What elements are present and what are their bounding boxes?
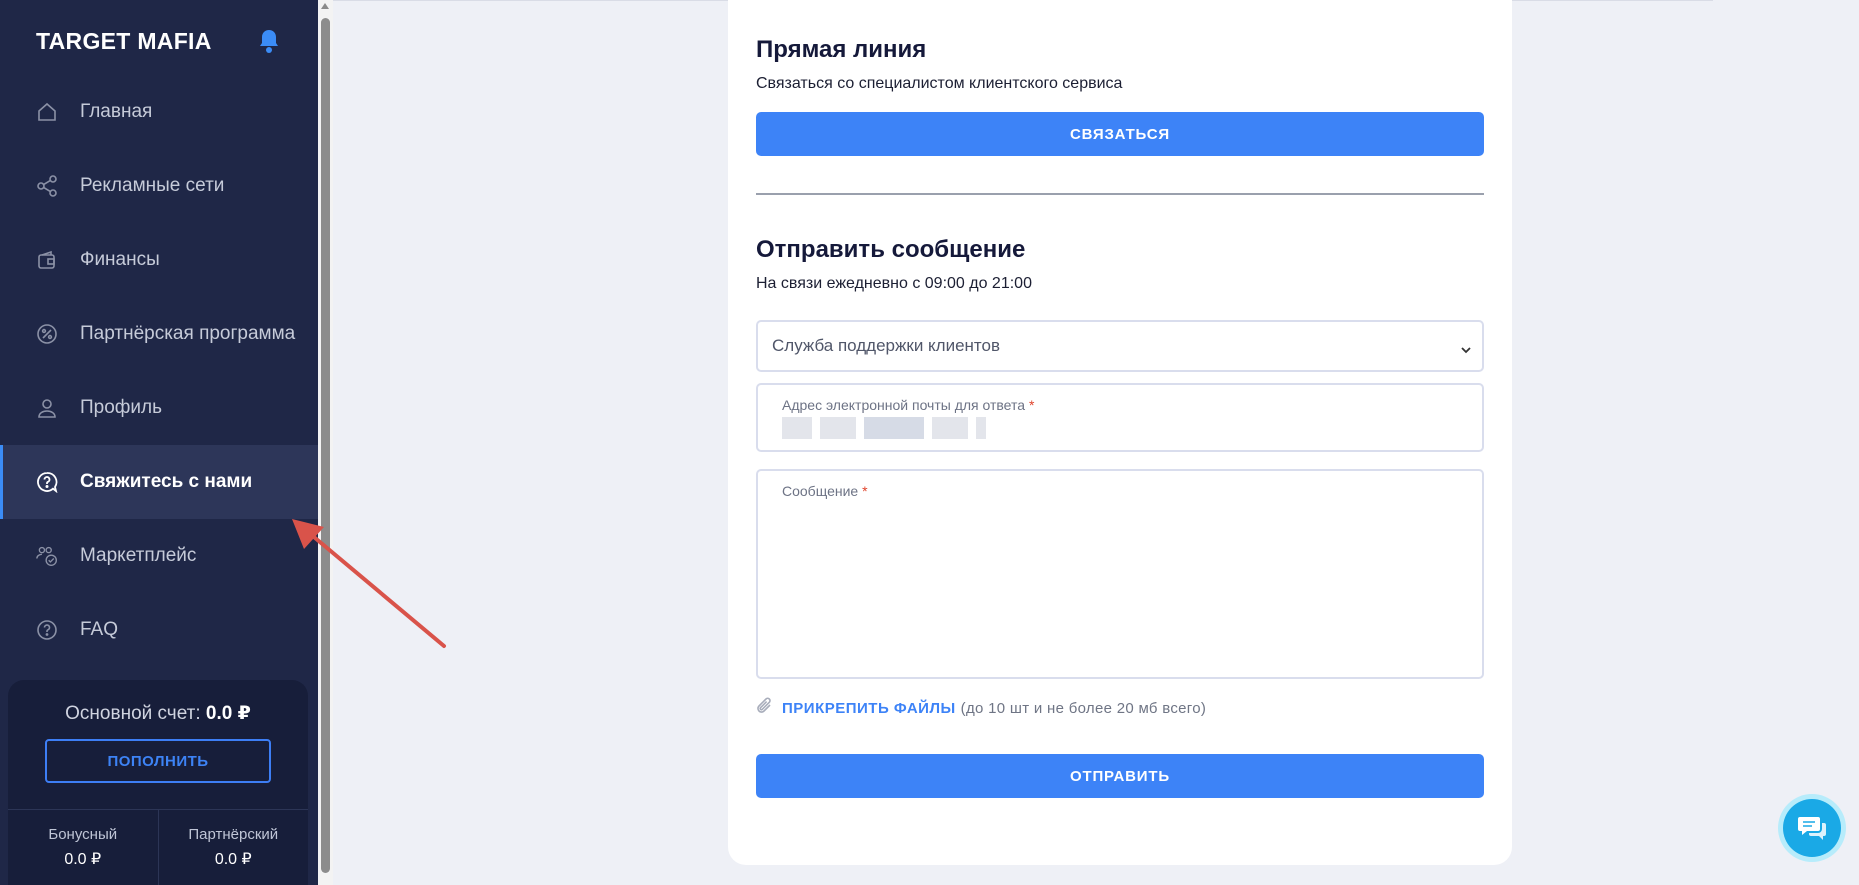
section-divider <box>756 193 1484 195</box>
sidebar-item-contact-us[interactable]: Свяжитесь с нами <box>0 445 318 519</box>
partner-account-value: 0.0 ₽ <box>214 851 252 868</box>
brand-logo[interactable]: TARGET MAFIA <box>36 28 212 55</box>
sidebar-item-finance[interactable]: Финансы <box>0 223 318 297</box>
chevron-down-icon <box>1460 340 1472 360</box>
sidebar-item-partner-program[interactable]: Партнёрская программа <box>0 297 318 371</box>
direct-line-title: Прямая линия <box>756 36 927 63</box>
question-icon <box>36 619 58 641</box>
sidebar-item-label: Партнёрская программа <box>80 323 296 344</box>
sidebar: TARGET MAFIA Главная Рекламные сети Фина… <box>0 0 318 885</box>
message-label-text: Сообщение <box>782 483 859 499</box>
sidebar-item-label: Главная <box>80 101 153 122</box>
department-select[interactable]: Служба поддержки клиентов <box>756 320 1484 372</box>
sidebar-item-label: Финансы <box>80 249 160 270</box>
partner-account: Партнёрский 0.0 ₽ <box>157 810 309 885</box>
sidebar-item-label: Маркетплейс <box>80 545 197 566</box>
submit-button[interactable]: ОТПРАВИТЬ <box>756 754 1484 798</box>
users-check-icon <box>36 545 58 567</box>
bonus-account-value: 0.0 ₽ <box>64 851 102 868</box>
sidebar-item-label: FAQ <box>80 619 119 640</box>
percent-icon <box>36 323 58 345</box>
main-balance-label: Основной счет: <box>65 703 201 724</box>
message-textarea[interactable]: Сообщение * <box>756 469 1484 679</box>
home-icon <box>36 101 58 123</box>
contact-button[interactable]: СВЯЗАТЬСЯ <box>756 112 1484 156</box>
user-icon <box>36 397 58 419</box>
main-balance: Основной счет: 0.0 ₽ <box>8 702 308 725</box>
sidebar-item-label: Свяжитесь с нами <box>80 471 253 492</box>
email-field-label: Адрес электронной почты для ответа * <box>782 397 1034 413</box>
direct-line-subtitle: Связаться со специалистом клиентского се… <box>756 75 1123 92</box>
required-mark: * <box>1028 397 1035 413</box>
required-mark: * <box>862 483 868 499</box>
sidebar-item-marketplace[interactable]: Маркетплейс <box>0 519 318 593</box>
share-icon <box>36 175 58 197</box>
chat-widget-button[interactable] <box>1778 794 1846 862</box>
sidebar-nav: Главная Рекламные сети Финансы Партнёрск… <box>0 75 318 667</box>
sub-accounts: Бонусный 0.0 ₽ Партнёрский 0.0 ₽ <box>8 809 308 885</box>
sidebar-item-ad-networks[interactable]: Рекламные сети <box>0 149 318 223</box>
main-balance-value: 0.0 ₽ <box>205 703 251 724</box>
attach-files-link[interactable]: ПРИКРЕПИТЬ ФАЙЛЫ <box>782 700 956 717</box>
topup-button[interactable]: ПОПОЛНИТЬ <box>45 739 271 783</box>
bell-icon[interactable] <box>257 27 281 55</box>
scroll-up-icon[interactable] <box>321 3 329 9</box>
balance-card: Основной счет: 0.0 ₽ ПОПОЛНИТЬ Бонусный … <box>8 680 308 885</box>
chat-icon <box>1783 799 1841 857</box>
paperclip-icon <box>756 696 774 720</box>
email-label-text: Адрес электронной почты для ответа <box>782 397 1026 413</box>
wallet-icon <box>36 249 58 271</box>
department-select-value: Служба поддержки клиентов <box>772 336 1001 355</box>
sidebar-item-label: Рекламные сети <box>80 175 225 196</box>
bonus-account-label: Бонусный <box>48 826 118 843</box>
scroll-thumb[interactable] <box>321 18 330 873</box>
attach-files[interactable]: ПРИКРЕПИТЬ ФАЙЛЫ (до 10 шт и не более 20… <box>756 696 1206 720</box>
bonus-account: Бонусный 0.0 ₽ <box>8 810 158 885</box>
sidebar-item-label: Профиль <box>80 397 163 418</box>
sidebar-item-faq[interactable]: FAQ <box>0 593 318 667</box>
message-field-label: Сообщение * <box>782 483 868 499</box>
email-field-value-redacted <box>782 417 986 439</box>
contact-card: Прямая линия Связаться со специалистом к… <box>728 0 1512 865</box>
message-form-subtitle: На связи ежедневно с 09:00 до 21:00 <box>756 275 1032 292</box>
sidebar-item-home[interactable]: Главная <box>0 75 318 149</box>
attach-files-note: (до 10 шт и не более 20 мб всего) <box>960 699 1207 717</box>
message-form-title: Отправить сообщение <box>756 236 1026 263</box>
email-field[interactable]: Адрес электронной почты для ответа * <box>756 383 1484 452</box>
sidebar-item-profile[interactable]: Профиль <box>0 371 318 445</box>
partner-account-label: Партнёрский <box>188 826 279 843</box>
sidebar-scrollbar[interactable] <box>318 0 333 885</box>
question-chat-icon <box>36 471 58 493</box>
